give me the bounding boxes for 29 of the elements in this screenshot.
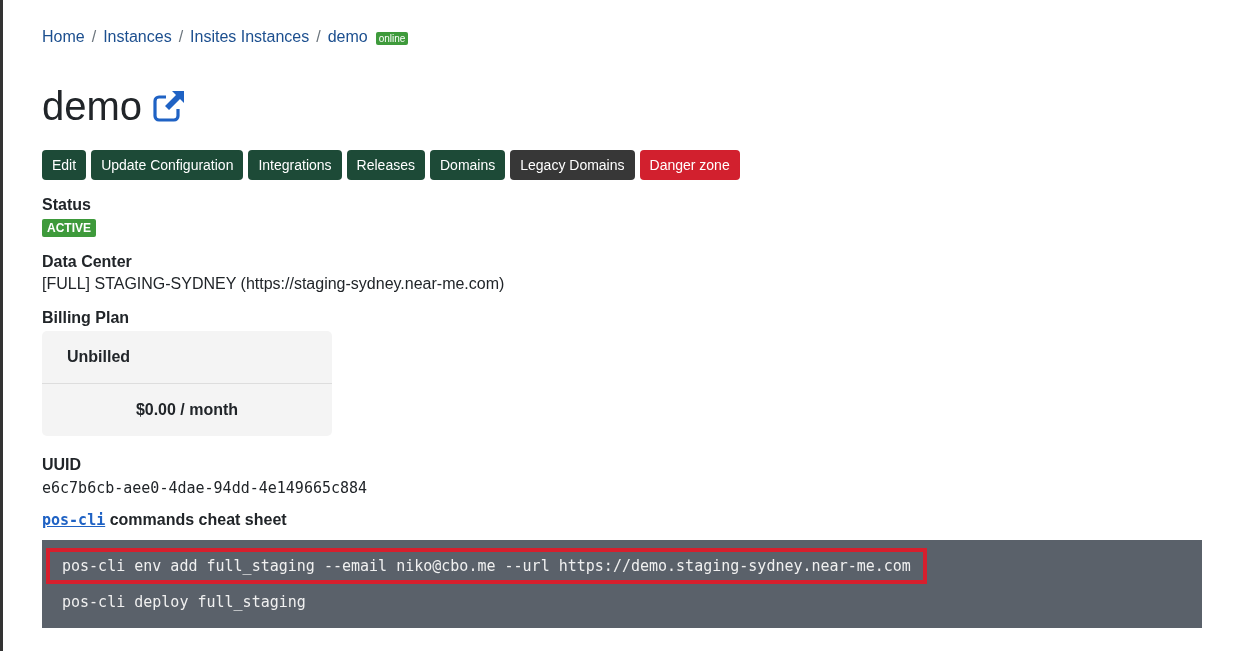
breadcrumb-separator: / xyxy=(91,28,97,46)
plan-price: $0.00 / month xyxy=(134,400,240,420)
field-value: [FULL] STAGING-SYDNEY (https://staging-sydney.near-me.com) xyxy=(42,275,506,293)
breadcrumb-separator: / xyxy=(178,28,184,46)
action-button[interactable]: Domains xyxy=(430,150,506,180)
action-button[interactable]: Releases xyxy=(346,150,425,180)
action-button[interactable]: Danger zone xyxy=(639,150,740,180)
page-title: demo xyxy=(42,86,143,126)
field-label: Billing Plan xyxy=(42,309,131,327)
action-button[interactable]: Integrations xyxy=(248,150,342,180)
uuid-value: e6c7b6cb-aee0-4dae-94dd-4e149665c884 xyxy=(42,479,369,497)
breadcrumb-link[interactable]: demo xyxy=(327,28,368,46)
field-label: UUID xyxy=(42,456,83,474)
breadcrumb-link[interactable]: Instances xyxy=(103,28,172,46)
external-link-icon[interactable] xyxy=(152,89,187,123)
action-button[interactable]: Update Configuration xyxy=(91,150,244,180)
status-badge: ACTIVE xyxy=(42,219,96,237)
field-label: Status xyxy=(42,196,92,214)
action-button[interactable]: Legacy Domains xyxy=(510,150,635,180)
plan-name: Unbilled xyxy=(42,331,332,384)
breadcrumb-link[interactable]: Home xyxy=(42,28,85,46)
field-label: Data Center xyxy=(42,253,133,271)
online-badge: online xyxy=(375,32,409,45)
action-button[interactable]: Edit xyxy=(42,150,87,180)
breadcrumb-link[interactable]: Insites Instances xyxy=(190,28,310,46)
pos-cli-link[interactable]: pos-cli xyxy=(42,511,106,529)
cheat-sheet-title: commands cheat sheet xyxy=(109,511,287,528)
breadcrumb-separator: / xyxy=(316,28,321,46)
command-line: pos-cli deploy full_staging xyxy=(61,592,307,613)
